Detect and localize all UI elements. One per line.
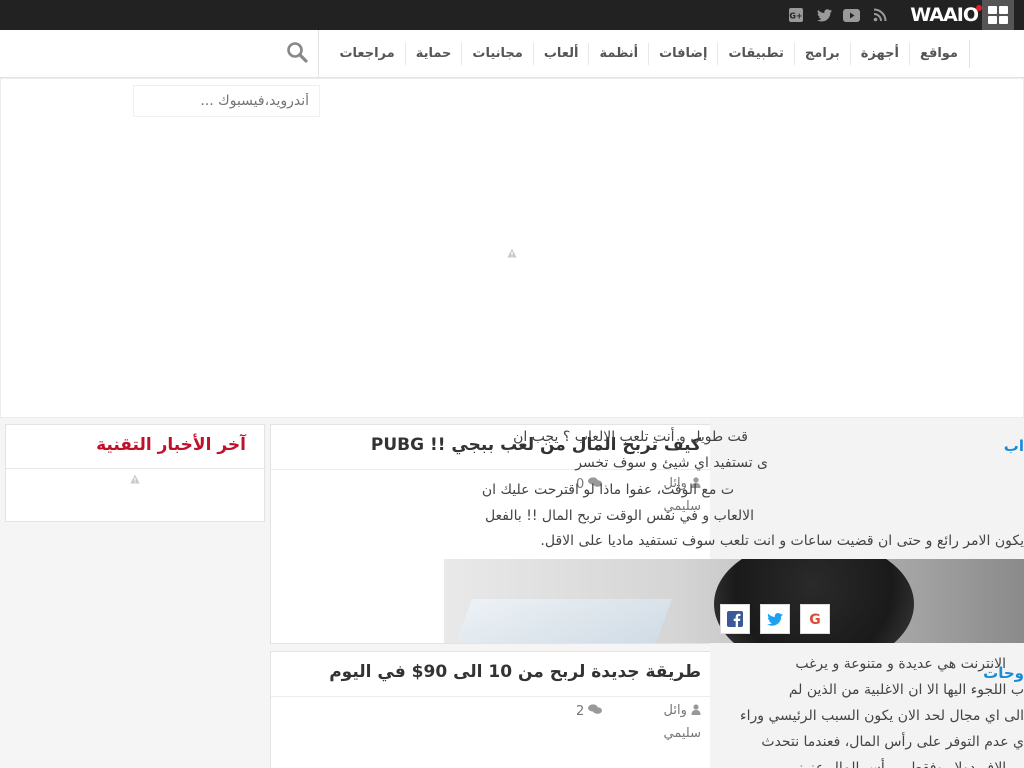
article-card: طريقة جديدة لربح من 10 الى 90$ في اليوم … — [270, 651, 714, 768]
article-excerpt-line: يكون الامر رائع و حتى ان قضيت ساعات و ان… — [540, 533, 1024, 549]
menu-grid-icon[interactable] — [982, 0, 1014, 30]
card-divider — [271, 696, 713, 697]
article-excerpt-line: ت مع الوقت، عفوا ماذا لو اقترحت عليك ان — [481, 482, 734, 498]
nav-item-software[interactable]: برامج — [793, 43, 850, 65]
article-excerpt-line: ... الإف دولار وفقط... رأس المال عزيز — [796, 760, 1024, 768]
sidebar-title: آخر الأخبار التقنية — [96, 435, 246, 455]
nav-item-reviews[interactable]: مراجعات — [329, 43, 404, 65]
article-excerpt-line: قت طويل و أنت تلعب الالعاب ؟ يجب ان — [513, 429, 748, 445]
nav-item-security[interactable]: حماية — [404, 43, 462, 65]
user-icon — [691, 701, 701, 723]
article-excerpt-line: الالعاب و في نفس الوقت تربح المال !! بال… — [484, 508, 754, 524]
nav-item-freebies[interactable]: مجانيات — [461, 43, 532, 65]
nav-items: مواقع أجهزة برامج تطبيقات إضافات أنظمة أ… — [329, 30, 968, 78]
logo-dot — [976, 5, 982, 11]
image-paper — [455, 599, 673, 643]
article-author[interactable]: وائل سليمي — [641, 700, 702, 745]
main-nav: مواقع أجهزة برامج تطبيقات إضافات أنظمة أ… — [0, 30, 1024, 78]
nav-divider — [969, 40, 970, 68]
top-bar: WAAIO G+ — [0, 0, 1024, 30]
youtube-icon[interactable] — [842, 6, 860, 24]
article-comments[interactable]: 2 — [576, 704, 603, 719]
search-input[interactable] — [133, 85, 320, 117]
sidebar-latest-news: آخر الأخبار التقنية — [5, 424, 265, 522]
twitter-icon[interactable] — [815, 6, 833, 24]
article-excerpt-line: الانترنت هي عديدة و متنوعة و يرغب — [795, 656, 1006, 672]
twitter-icon[interactable] — [760, 604, 790, 634]
article-excerpt-line: الى اي مجال لحد الان يكون السبب الرئيسي … — [740, 708, 1024, 724]
nav-item-systems[interactable]: أنظمة — [588, 43, 648, 65]
nav-item-sites[interactable]: مواقع — [908, 43, 968, 65]
nav-item-apps[interactable]: تطبيقات — [717, 43, 793, 65]
warning-icon — [130, 469, 140, 484]
site-logo[interactable]: WAAIO — [910, 4, 982, 26]
nav-item-extensions[interactable]: إضافات — [648, 43, 717, 65]
facebook-icon[interactable] — [720, 604, 750, 634]
svg-text:G+: G+ — [789, 12, 802, 21]
svg-text:G: G — [809, 612, 821, 627]
article-excerpt-line: ى تستفيد اي شيئ و سوف تخسر — [575, 455, 768, 471]
google-icon[interactable]: G — [800, 604, 830, 634]
rss-icon[interactable] — [871, 6, 889, 24]
edge-section-label[interactable]: وحات — [983, 664, 1024, 682]
nav-divider-search — [318, 30, 319, 78]
nav-item-games[interactable]: ألعاب — [532, 43, 589, 65]
search-icon[interactable] — [286, 41, 310, 65]
edge-section-label[interactable]: اب — [1004, 437, 1024, 455]
nav-item-devices[interactable]: أجهزة — [849, 43, 909, 65]
article-title[interactable]: طريقة جديدة لربح من 10 الى 90$ في اليوم — [329, 662, 701, 682]
article-excerpt-line: ي عدم التوفر على رأس المال، فعندما نتحدث — [761, 734, 1024, 750]
article-excerpt-line: ب اللجوء اليها الا ان الاغلبية من الذين … — [788, 682, 1024, 698]
logo-text: WAAIO — [910, 4, 979, 26]
warning-icon — [507, 243, 517, 258]
comment-count: 2 — [576, 704, 585, 719]
google-plus-square-icon[interactable]: G+ — [787, 6, 805, 24]
comments-icon — [588, 704, 603, 719]
